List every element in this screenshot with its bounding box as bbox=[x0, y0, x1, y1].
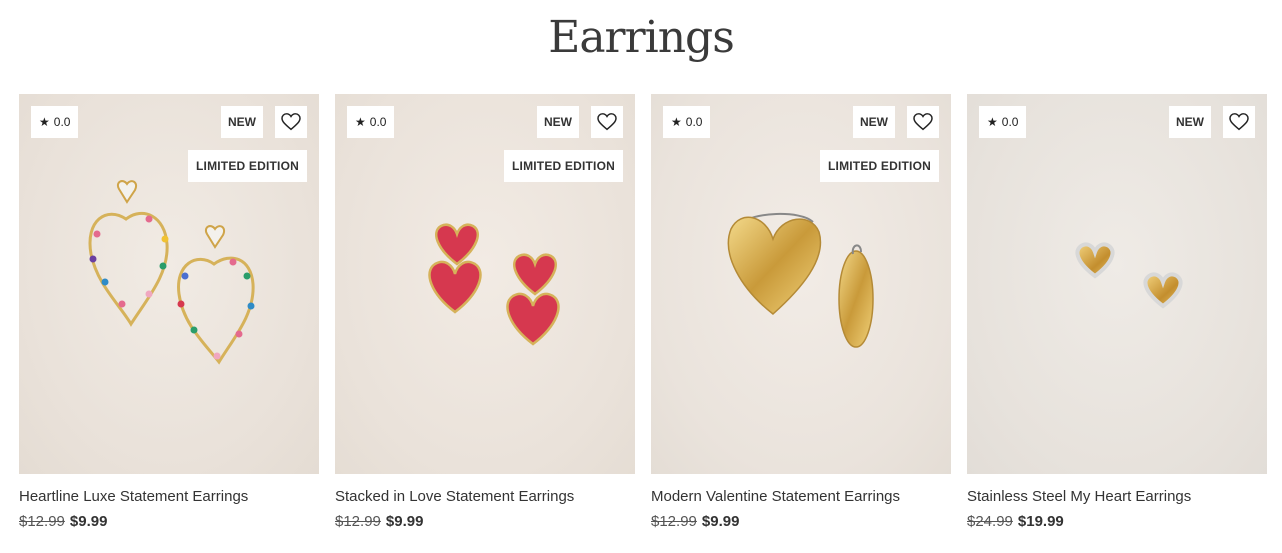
product-card: ★ 0.0 NEW LIMITED EDITION Stacked in Lov… bbox=[335, 94, 635, 530]
earring-image-gold-heart-studs bbox=[1075, 242, 1183, 309]
wishlist-button[interactable] bbox=[1223, 106, 1255, 138]
wishlist-button[interactable] bbox=[907, 106, 939, 138]
sale-price: $19.99 bbox=[1017, 513, 1064, 530]
product-grid: ★ 0.0 NEW LIMITED EDITION Heartline Luxe… bbox=[19, 94, 1267, 530]
new-badge: NEW bbox=[221, 106, 263, 138]
rating-badge: ★ 0.0 bbox=[31, 106, 79, 138]
limited-edition-badge: LIMITED EDITION bbox=[504, 150, 623, 182]
rating-value: 0.0 bbox=[53, 115, 71, 129]
product-name-link[interactable]: Heartline Luxe Statement Earrings bbox=[19, 488, 319, 505]
star-icon: ★ bbox=[987, 115, 998, 129]
price-row: $12.99 $9.99 bbox=[651, 513, 951, 530]
price-row: $24.99 $19.99 bbox=[967, 513, 1267, 530]
new-badge: NEW bbox=[1169, 106, 1211, 138]
product-card: ★ 0.0 NEW LIMITED EDITION Modern Valenti… bbox=[651, 94, 951, 530]
product-name-link[interactable]: Modern Valentine Statement Earrings bbox=[651, 488, 951, 505]
original-price: $12.99 bbox=[335, 513, 381, 530]
star-icon: ★ bbox=[671, 115, 682, 129]
original-price: $12.99 bbox=[19, 513, 65, 530]
product-image[interactable]: ★ 0.0 NEW LIMITED EDITION bbox=[335, 94, 635, 474]
sale-price: $9.99 bbox=[701, 513, 740, 530]
rating-badge: ★ 0.0 bbox=[663, 106, 711, 138]
rating-badge: ★ 0.0 bbox=[979, 106, 1027, 138]
new-badge: NEW bbox=[853, 106, 895, 138]
original-price: $12.99 bbox=[651, 513, 697, 530]
limited-edition-badge: LIMITED EDITION bbox=[820, 150, 939, 182]
rating-value: 0.0 bbox=[1001, 115, 1019, 129]
product-card: ★ 0.0 NEW LIMITED EDITION Heartline Luxe… bbox=[19, 94, 319, 530]
star-icon: ★ bbox=[39, 115, 50, 129]
heart-outline-icon bbox=[281, 113, 301, 131]
limited-edition-badge: LIMITED EDITION bbox=[188, 150, 307, 182]
product-image[interactable]: ★ 0.0 NEW LIMITED EDITION bbox=[19, 94, 319, 474]
product-card: ★ 0.0 NEW Stainless Steel My Heart Earri… bbox=[967, 94, 1267, 530]
sale-price: $9.99 bbox=[385, 513, 424, 530]
star-icon: ★ bbox=[355, 115, 366, 129]
price-row: $12.99 $9.99 bbox=[19, 513, 319, 530]
price-row: $12.99 $9.99 bbox=[335, 513, 635, 530]
heart-outline-icon bbox=[1229, 113, 1249, 131]
product-image[interactable]: ★ 0.0 NEW LIMITED EDITION bbox=[651, 94, 951, 474]
original-price: $24.99 bbox=[967, 513, 1013, 530]
rating-value: 0.0 bbox=[369, 115, 387, 129]
heart-outline-icon bbox=[913, 113, 933, 131]
page-title: Earrings bbox=[548, 12, 735, 63]
wishlist-button[interactable] bbox=[591, 106, 623, 138]
heart-outline-icon bbox=[597, 113, 617, 131]
sale-price: $9.99 bbox=[69, 513, 108, 530]
product-name-link[interactable]: Stainless Steel My Heart Earrings bbox=[967, 488, 1267, 505]
new-badge: NEW bbox=[537, 106, 579, 138]
product-name-link[interactable]: Stacked in Love Statement Earrings bbox=[335, 488, 635, 505]
rating-value: 0.0 bbox=[685, 115, 703, 129]
rating-badge: ★ 0.0 bbox=[347, 106, 395, 138]
wishlist-button[interactable] bbox=[275, 106, 307, 138]
product-image[interactable]: ★ 0.0 NEW bbox=[967, 94, 1267, 474]
